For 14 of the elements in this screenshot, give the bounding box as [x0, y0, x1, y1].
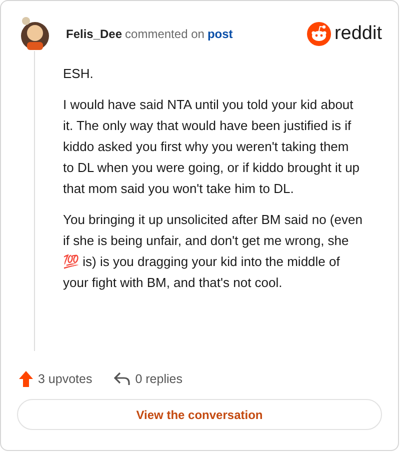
reply-count: 0 replies — [135, 372, 182, 386]
reddit-logo-icon — [307, 22, 332, 46]
avatar-icon — [20, 16, 50, 52]
upvote-count: 3 upvotes — [38, 372, 92, 386]
comment-paragraph: ESH. — [63, 65, 94, 83]
action-text: commented on — [125, 27, 204, 41]
post-link[interactable]: post — [207, 27, 233, 41]
comment-paragraph: I would have said NTA until you told your kid about it. The only way that would have been justified is if kiddo asked you first why you weren't taking them to DL when you were going, or if kiddo brought it up that mom said you won't take him to DL. — [63, 96, 361, 198]
reply-icon — [114, 372, 130, 386]
view-conversation-button[interactable]: View the conversation — [17, 399, 382, 430]
upvote-arrow-icon — [19, 371, 33, 387]
author-name[interactable]: Felis_Dee — [66, 27, 122, 41]
comment-paragraph: You bringing it up unsolicited after BM said no (even if she is being unfair, and don't get me wrong, she 💯 is) is you dragging your kid into the middle of your fight with BM, and that's not cool. — [63, 211, 363, 292]
brand-name: reddit — [334, 23, 382, 45]
